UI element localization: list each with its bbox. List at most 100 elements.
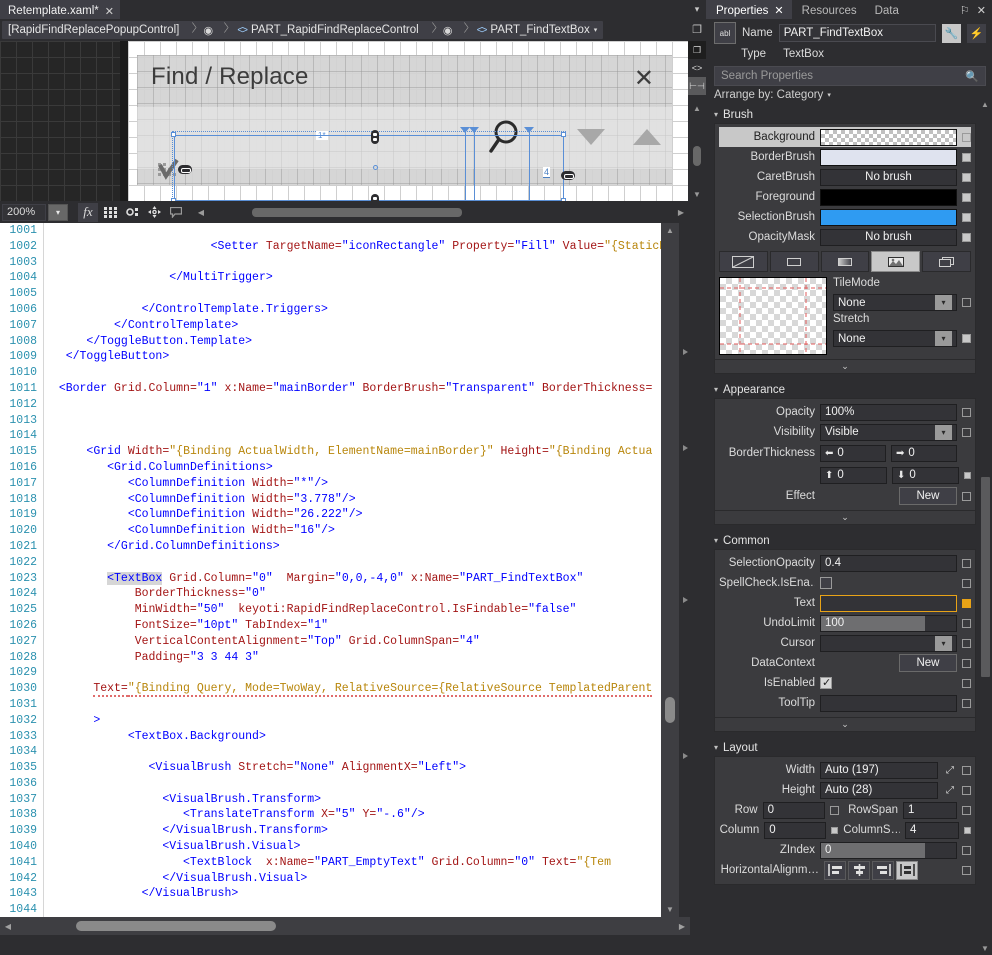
layout-pin-icon[interactable]	[373, 165, 378, 170]
borderbrush-swatch[interactable]	[820, 148, 957, 166]
find-previous-icon[interactable]	[633, 129, 661, 145]
code-line[interactable]: </ToggleButton.Template>	[45, 334, 661, 350]
property-row-horizontalalignment[interactable]: HorizontalAlignm…	[719, 860, 971, 880]
tab-properties[interactable]: Properties ✕	[706, 0, 792, 19]
editor-horizontal-scrollbar[interactable]: ◀ ▶	[0, 917, 690, 935]
margin-grip-bottom[interactable]	[371, 194, 379, 201]
advanced-options-marker[interactable]	[962, 192, 971, 202]
property-row-selectionopacity[interactable]: SelectionOpacity 0.4	[719, 553, 971, 573]
xaml-code-editor[interactable]: 1001 1002 1003 1004 1005 1006 1007 1008 1009 1010…	[0, 223, 690, 935]
code-line[interactable]: </VisualBrush.Visual>	[45, 871, 661, 887]
scroll-up-icon[interactable]: ▲	[661, 223, 679, 238]
advanced-options-marker[interactable]	[962, 618, 971, 628]
grid-column-line[interactable]	[529, 130, 530, 201]
advanced-options-marker[interactable]	[829, 805, 839, 815]
grid-column-handle[interactable]	[524, 127, 534, 133]
template-icon[interactable]: ◉	[199, 24, 217, 37]
advanced-options-marker[interactable]	[962, 785, 971, 795]
brush-resources-tab[interactable]	[922, 251, 971, 272]
tab-data[interactable]: Data	[865, 0, 907, 19]
scroll-track[interactable]	[16, 921, 674, 931]
code-line[interactable]: </Grid.ColumnDefinitions>	[45, 539, 661, 555]
zindex-input[interactable]: 0	[820, 841, 957, 859]
rowspan-input[interactable]: 1	[903, 801, 957, 819]
property-row-column[interactable]: Column 0 ColumnS… 4	[719, 820, 971, 840]
code-line[interactable]: </VisualBrush>	[45, 886, 661, 902]
property-row-foreground[interactable]: Foreground	[719, 187, 971, 207]
advanced-options-marker[interactable]	[962, 658, 971, 668]
grid-column-line[interactable]	[474, 130, 475, 201]
properties-vertical-scrollbar[interactable]: ▲ ▼	[978, 97, 992, 955]
property-row-isenabled[interactable]: IsEnabled	[719, 673, 971, 693]
advanced-options-marker[interactable]	[964, 826, 971, 834]
width-input[interactable]: Auto (197)	[820, 761, 938, 779]
height-input[interactable]: Auto (28)	[820, 781, 938, 799]
gradient-brush-tab[interactable]	[820, 251, 870, 272]
code-line[interactable]: <TextBlock x:Name="PART_EmptyText" Grid.…	[45, 855, 661, 871]
search-properties-input[interactable]: Search Properties 🔍	[714, 66, 986, 86]
code-line[interactable]	[45, 365, 661, 381]
code-line[interactable]	[45, 413, 661, 429]
zoom-level-input[interactable]: 200%	[2, 203, 46, 221]
magnifier-icon[interactable]: 🔍	[965, 70, 979, 83]
scroll-thumb[interactable]	[665, 697, 675, 723]
code-line[interactable]: VerticalContentAlignment="Top" Grid.Colu…	[45, 634, 661, 650]
effect-new-button[interactable]: New	[899, 487, 957, 505]
property-row-zindex[interactable]: ZIndex 0	[719, 840, 971, 860]
scroll-down-icon[interactable]: ▼	[661, 902, 679, 917]
scroll-up-icon[interactable]: ▲	[978, 97, 992, 111]
code-line[interactable]: <TextBox.Background>	[45, 729, 661, 745]
chevron-down-icon[interactable]: ▾	[594, 26, 598, 34]
property-row-datacontext[interactable]: DataContext New	[719, 653, 971, 673]
advanced-options-marker[interactable]	[962, 578, 971, 588]
section-header-common[interactable]: ▾ Common	[714, 532, 976, 549]
tooltip-input[interactable]	[820, 694, 957, 712]
property-row-row[interactable]: Row 0 RowSpan 1	[719, 800, 971, 820]
code-line[interactable]: Text="{Binding Query, Mode=TwoWay, Relat…	[45, 681, 661, 698]
opacitymask-value[interactable]: No brush	[820, 228, 957, 246]
section-header-layout[interactable]: ▾ Layout	[714, 739, 976, 756]
columnspan-input[interactable]: 4	[905, 821, 959, 839]
code-line[interactable]: <Setter TargetName="iconRectangle" Prope…	[45, 239, 661, 255]
code-line[interactable]: <TranslateTransform X="5" Y="-.6"/>	[45, 807, 661, 823]
property-row-spellcheck[interactable]: SpellCheck.IsEna…	[719, 573, 971, 593]
split-icon[interactable]: ⊢⊣	[688, 77, 706, 95]
foreground-swatch[interactable]	[820, 188, 957, 206]
grid-column-line[interactable]	[465, 130, 466, 201]
markup-icon[interactable]: ❐	[688, 41, 706, 59]
code-line[interactable]: </ControlTemplate.Triggers>	[45, 302, 661, 318]
scroll-left-icon[interactable]: ◀	[0, 922, 16, 931]
advanced-options-marker[interactable]	[962, 152, 971, 162]
code-line[interactable]	[45, 223, 661, 239]
borderthickness-bottom-input[interactable]: ⬇ 0	[892, 466, 959, 484]
undolimit-input[interactable]: 100	[820, 614, 957, 632]
document-tab-retemplate[interactable]: Retemplate.xaml* ✕	[0, 0, 120, 19]
code-line[interactable]: </MultiTrigger>	[45, 270, 661, 286]
design-canvas[interactable]: Find / Replace ✕ 1* 4	[0, 41, 690, 201]
advanced-options-marker[interactable]	[831, 826, 839, 834]
property-row-cursor[interactable]: Cursor ▾	[719, 633, 971, 653]
advanced-options-marker[interactable]	[962, 765, 971, 775]
advanced-options-marker[interactable]	[962, 232, 971, 242]
annotation-button[interactable]	[166, 203, 186, 222]
property-row-height[interactable]: Height Auto (28) ⤢	[719, 780, 971, 800]
code-line[interactable]: Padding="3 3 44 3"	[45, 650, 661, 666]
borderthickness-right-input[interactable]: ➡ 0	[891, 444, 957, 462]
lightning-icon[interactable]: ⚡	[967, 23, 986, 43]
scroll-thumb[interactable]	[693, 146, 701, 166]
advanced-options-marker[interactable]	[962, 638, 971, 648]
advanced-options-marker[interactable]	[962, 132, 971, 142]
margin-grip-top[interactable]	[371, 130, 379, 144]
spellcheck-checkbox[interactable]	[820, 577, 832, 589]
property-row-effect[interactable]: Effect New	[719, 486, 971, 506]
code-line[interactable]: <Border Grid.Column="1" x:Name="mainBord…	[45, 381, 661, 397]
section-header-brush[interactable]: ▾ Brush	[714, 106, 976, 123]
snap-button[interactable]	[122, 203, 142, 222]
breadcrumb-item-root[interactable]: [RapidFindReplacePopupControl]	[2, 21, 185, 39]
advanced-options-marker[interactable]	[962, 865, 971, 875]
datacontext-new-button[interactable]: New	[899, 654, 957, 672]
code-line[interactable]	[45, 744, 661, 760]
borderthickness-top-input[interactable]: ⬆ 0	[820, 466, 887, 484]
code-text[interactable]: <Setter TargetName="iconRectangle" Prope…	[45, 223, 661, 935]
code-line[interactable]: <ColumnDefinition Width="3.778"/>	[45, 492, 661, 508]
